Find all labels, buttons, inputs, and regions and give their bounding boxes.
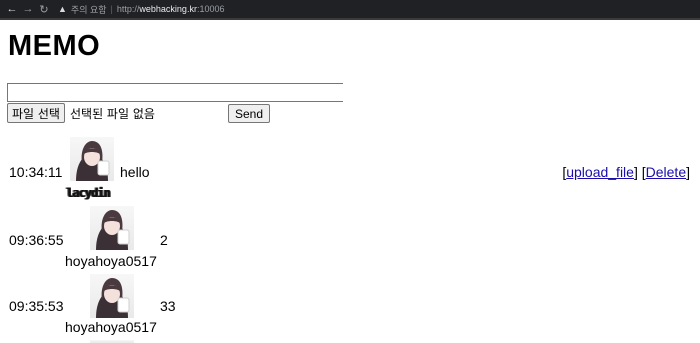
memo-input[interactable] xyxy=(7,83,343,102)
memo-actions: [upload_file] [Delete] xyxy=(562,164,690,180)
security-label: 주의 요함 xyxy=(70,4,107,15)
memo-text: 33 xyxy=(160,298,176,314)
file-input[interactable]: 파일 선택 선택된 파일 없음 xyxy=(7,103,155,123)
memo-row: 10:34:11 hello lacydin [upload_file] [De… xyxy=(0,137,700,201)
avatar xyxy=(90,206,134,250)
memo-time: 09:36:55 xyxy=(9,232,64,248)
reload-icon[interactable]: ↻ xyxy=(36,3,52,16)
file-status: 선택된 파일 없음 xyxy=(69,106,155,121)
forward-icon[interactable]: → xyxy=(20,3,36,15)
warning-triangle-icon: ▲ xyxy=(58,4,67,14)
memo-time: 09:35:53 xyxy=(9,298,64,314)
upload-file-link[interactable]: upload_file xyxy=(566,164,634,180)
url-port: :10006 xyxy=(196,4,225,14)
avatar xyxy=(70,137,114,181)
delete-link[interactable]: Delete xyxy=(646,164,686,180)
send-button[interactable]: Send xyxy=(228,104,270,123)
memo-user: lacydin xyxy=(66,186,111,200)
memo-user: hoyahoya0517 xyxy=(65,319,157,335)
url-prefix: http:// xyxy=(116,4,140,14)
memo-time: 10:34:11 xyxy=(9,164,63,180)
memo-text: hello xyxy=(120,164,150,180)
back-icon[interactable]: ← xyxy=(4,3,20,15)
memo-user: hoyahoya0517 xyxy=(65,253,157,269)
page-title: MEMO xyxy=(8,30,101,62)
choose-file-button[interactable]: 파일 선택 xyxy=(7,103,65,123)
browser-toolbar: ← → ↻ ▲ 주의 요함 | http://webhacking.kr:100… xyxy=(0,0,700,20)
memo-text: 2 xyxy=(160,232,168,248)
memo-row: 09:35:53 33 hoyahoya0517 xyxy=(0,274,700,343)
address-bar[interactable]: ▲ 주의 요함 | http://webhacking.kr:10006 xyxy=(58,3,224,16)
url-host: webhacking.kr xyxy=(139,4,197,14)
bracket-close: ] xyxy=(686,164,690,180)
memo-row: 09:36:55 2 hoyahoya0517 xyxy=(0,206,700,270)
bracket-close: ] xyxy=(633,164,638,180)
avatar xyxy=(90,274,134,318)
address-separator: | xyxy=(110,4,113,14)
